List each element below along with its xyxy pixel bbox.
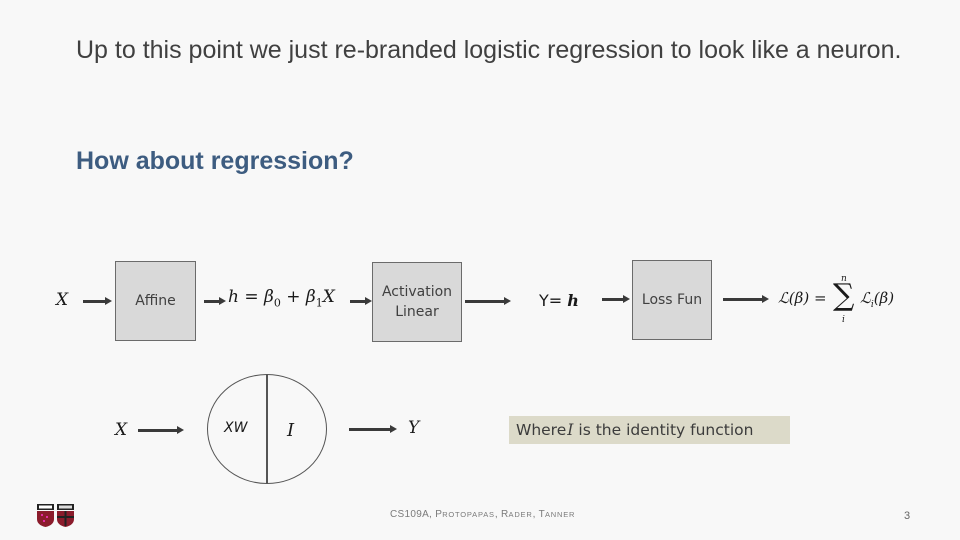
- arrow-icon: [350, 297, 372, 305]
- sum-lower: i: [842, 315, 845, 325]
- author-initial: R: [501, 509, 509, 520]
- author-rest: ADER: [508, 510, 533, 519]
- output-prefix: Y=: [539, 291, 568, 310]
- loss-function-box: Loss Fun: [632, 260, 712, 340]
- formula-beta0: β: [264, 287, 274, 307]
- author-rest: ROTOPAPAS: [442, 510, 495, 519]
- arrow-icon: [602, 295, 630, 303]
- formula-sub0: 0: [273, 296, 281, 310]
- iacs-shield-logo: [37, 504, 74, 527]
- loss-box-label: Loss Fun: [641, 292, 703, 308]
- arrow-icon: [349, 425, 397, 433]
- page-number: 3: [904, 510, 911, 522]
- input-x-label: X: [56, 290, 69, 310]
- loss-term: ℒi(β): [860, 289, 894, 310]
- author-rest: ANNER: [544, 510, 576, 519]
- formula-eq: =: [238, 287, 265, 307]
- identity-note: Where I is the identity function: [509, 416, 790, 444]
- arrow-icon: [138, 426, 184, 434]
- formula-h: h: [228, 287, 239, 307]
- arrow-icon: [723, 295, 769, 303]
- formula-plus: +: [280, 287, 306, 307]
- footer-author-3: TANNER: [539, 509, 576, 520]
- activation-box-sublabel: Linear: [395, 304, 439, 320]
- neuron-right-label: I: [287, 420, 295, 441]
- neuron-left-label: XW: [224, 420, 248, 436]
- loss-formula: ℒ(β) = n ∑ i ℒi(β): [778, 271, 908, 331]
- footer-author-2: RADER: [501, 509, 533, 520]
- formula-sub1: 1: [315, 296, 323, 310]
- loss-lhs: ℒ(β) =: [778, 289, 827, 307]
- arrow-icon: [83, 297, 112, 305]
- note-suffix: is the identity function: [578, 421, 754, 439]
- subheading: How about regression?: [76, 147, 354, 175]
- footer-credits: CS109A, PROTOPAPAS, RADER, TANNER: [390, 509, 576, 520]
- loss-term-arg: (β): [873, 289, 895, 307]
- intro-text: Up to this point we just re-branded logi…: [76, 36, 902, 64]
- footer-author-1: PROTOPAPAS: [435, 509, 495, 520]
- affine-box-label: Affine: [135, 293, 176, 309]
- footer-course: CS109A,: [390, 509, 436, 520]
- formula-x: X: [322, 287, 335, 307]
- neuron-input-label: X: [115, 420, 128, 440]
- output-formula: Y= h: [539, 291, 579, 310]
- note-symbol: I: [567, 421, 574, 439]
- loss-term-symbol: ℒ: [860, 289, 871, 307]
- sum-symbol: ∑: [833, 278, 855, 313]
- institution-logos: [36, 503, 76, 532]
- activation-box: Activation Linear: [372, 262, 462, 342]
- arrow-icon: [465, 297, 511, 305]
- output-var: h: [567, 291, 579, 310]
- neuron-output-label: Y: [408, 418, 420, 438]
- activation-box-label: Activation: [381, 284, 453, 300]
- arrow-icon: [204, 297, 226, 305]
- affine-formula: h = β0 + β1X: [228, 287, 335, 309]
- formula-beta1: β: [305, 287, 316, 307]
- note-prefix: Where: [516, 421, 567, 439]
- affine-box: Affine: [115, 261, 196, 341]
